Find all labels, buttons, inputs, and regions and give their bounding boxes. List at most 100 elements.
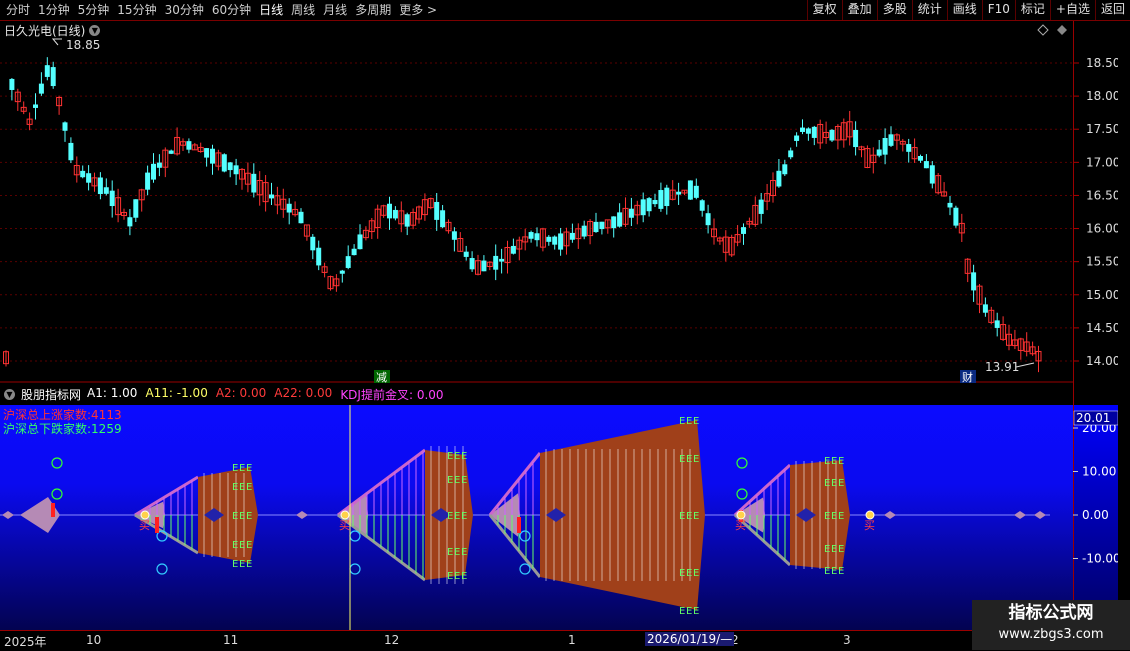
watermark: 指标公式网 www.zbgs3.com	[972, 600, 1130, 650]
candle	[127, 209, 133, 236]
candle	[941, 182, 948, 197]
candle	[186, 138, 192, 154]
signal-bar	[155, 517, 159, 533]
period-tab[interactable]: 月线	[319, 0, 351, 20]
event-marker-jian: 减	[376, 371, 387, 383]
chevron-down-icon[interactable]: ▼	[4, 389, 15, 400]
period-tab[interactable]: 分时	[2, 0, 34, 20]
candle	[91, 172, 98, 192]
candle	[9, 78, 15, 101]
e-marker: E	[246, 482, 252, 493]
buy-dot	[736, 510, 746, 520]
candle	[3, 350, 9, 367]
candle	[475, 254, 481, 276]
period-tab[interactable]: 更多 >	[395, 0, 441, 20]
candle	[204, 147, 210, 167]
e-marker: E	[838, 566, 844, 577]
candle	[392, 206, 398, 221]
candle	[788, 147, 794, 160]
candle	[918, 154, 923, 163]
indicator-param: A22: 0.00	[274, 386, 333, 400]
candle	[858, 145, 865, 158]
toolbar-button[interactable]: 返回	[1094, 0, 1130, 20]
candle-body	[805, 128, 811, 134]
toolbar-button[interactable]: 画线	[946, 0, 982, 20]
indicator-name[interactable]: 股朋指标网	[21, 386, 81, 403]
candle	[115, 188, 122, 223]
candle	[593, 212, 599, 233]
period-tab[interactable]: 5分钟	[74, 0, 114, 20]
candle	[558, 227, 564, 256]
e-marker: E	[824, 511, 830, 522]
toolbar-button[interactable]: 叠加	[841, 0, 877, 20]
candle	[1017, 337, 1024, 360]
candle-body	[481, 260, 487, 272]
period-tab[interactable]: 日线	[255, 0, 287, 20]
candle	[817, 119, 824, 149]
toolbar-button[interactable]: 多股	[876, 0, 912, 20]
toolbar-button[interactable]: 复权	[806, 0, 842, 20]
candle	[528, 230, 534, 243]
green-circle	[51, 457, 63, 469]
candle	[68, 137, 74, 164]
candle	[534, 227, 540, 247]
period-tab[interactable]: 30分钟	[161, 0, 208, 20]
candle	[421, 193, 428, 221]
candle-body	[38, 83, 44, 94]
candle-body	[652, 199, 658, 205]
candle-body	[646, 198, 652, 212]
candle	[380, 204, 387, 218]
period-tabs: 分时 1分钟 5分钟 15分钟 30分钟 60分钟 日线 周线 月线 多周期 更多 >	[2, 0, 441, 20]
e-marker: E	[232, 463, 238, 474]
candle	[947, 195, 953, 216]
e-marker: E	[686, 416, 692, 427]
candle	[664, 184, 670, 215]
period-tab[interactable]: 周线	[287, 0, 319, 20]
candle	[504, 240, 511, 274]
candle-body	[44, 65, 50, 77]
x-label: 2025年	[4, 635, 47, 649]
candle	[988, 306, 995, 325]
candle	[581, 220, 587, 240]
candle	[929, 161, 935, 189]
candle	[145, 165, 151, 196]
candle-body	[357, 234, 363, 250]
candle	[646, 197, 652, 217]
candle	[1029, 341, 1036, 356]
cyan-circle	[519, 563, 531, 575]
period-tab[interactable]: 多周期	[351, 0, 395, 20]
top-toolbar: 分时 1分钟 5分钟 15分钟 30分钟 60分钟 日线 周线 月线 多周期 更多 > 复权 叠加 多股…	[0, 0, 1130, 21]
y-tick-label: 17.00	[1086, 155, 1118, 169]
candle	[705, 204, 711, 234]
candle-body	[829, 129, 835, 141]
e-marker: E	[831, 511, 837, 522]
candle	[1000, 316, 1007, 341]
toolbar-button[interactable]: +自选	[1049, 0, 1095, 20]
right-side-panel	[1118, 21, 1130, 631]
indicator-param: A2: 0.00	[215, 386, 267, 400]
y-tick-label: 14.50	[1086, 321, 1118, 335]
toolbar-button[interactable]: 统计	[911, 0, 947, 20]
candle-body	[151, 163, 156, 180]
e-marker: E	[454, 511, 460, 522]
y-tick-label: -10.00	[1082, 552, 1118, 566]
toolbar-button[interactable]: 标记	[1014, 0, 1050, 20]
period-tab[interactable]: 1分钟	[34, 0, 74, 20]
toolbar-button[interactable]: F10	[981, 0, 1015, 20]
candle	[457, 232, 464, 252]
buy-label: 买	[139, 519, 150, 532]
candle	[174, 127, 181, 156]
candle	[958, 213, 965, 243]
indicator-chart[interactable]: 20.0010.000.00-10.0020.01E E EE E EE E EE E EE E E…	[0, 405, 1118, 630]
period-tab[interactable]: 60分钟	[208, 0, 255, 20]
candle-body	[50, 67, 56, 87]
candle	[221, 153, 227, 173]
candle	[109, 180, 115, 218]
candle	[463, 245, 469, 261]
candle	[846, 110, 853, 146]
candle-body	[168, 150, 174, 154]
period-tab[interactable]: 15分钟	[113, 0, 160, 20]
e-marker: E	[679, 416, 685, 427]
candlestick-chart[interactable]: 18.85 13.91 减 财	[0, 21, 1073, 383]
y-tick-label: 16.00	[1086, 222, 1118, 236]
